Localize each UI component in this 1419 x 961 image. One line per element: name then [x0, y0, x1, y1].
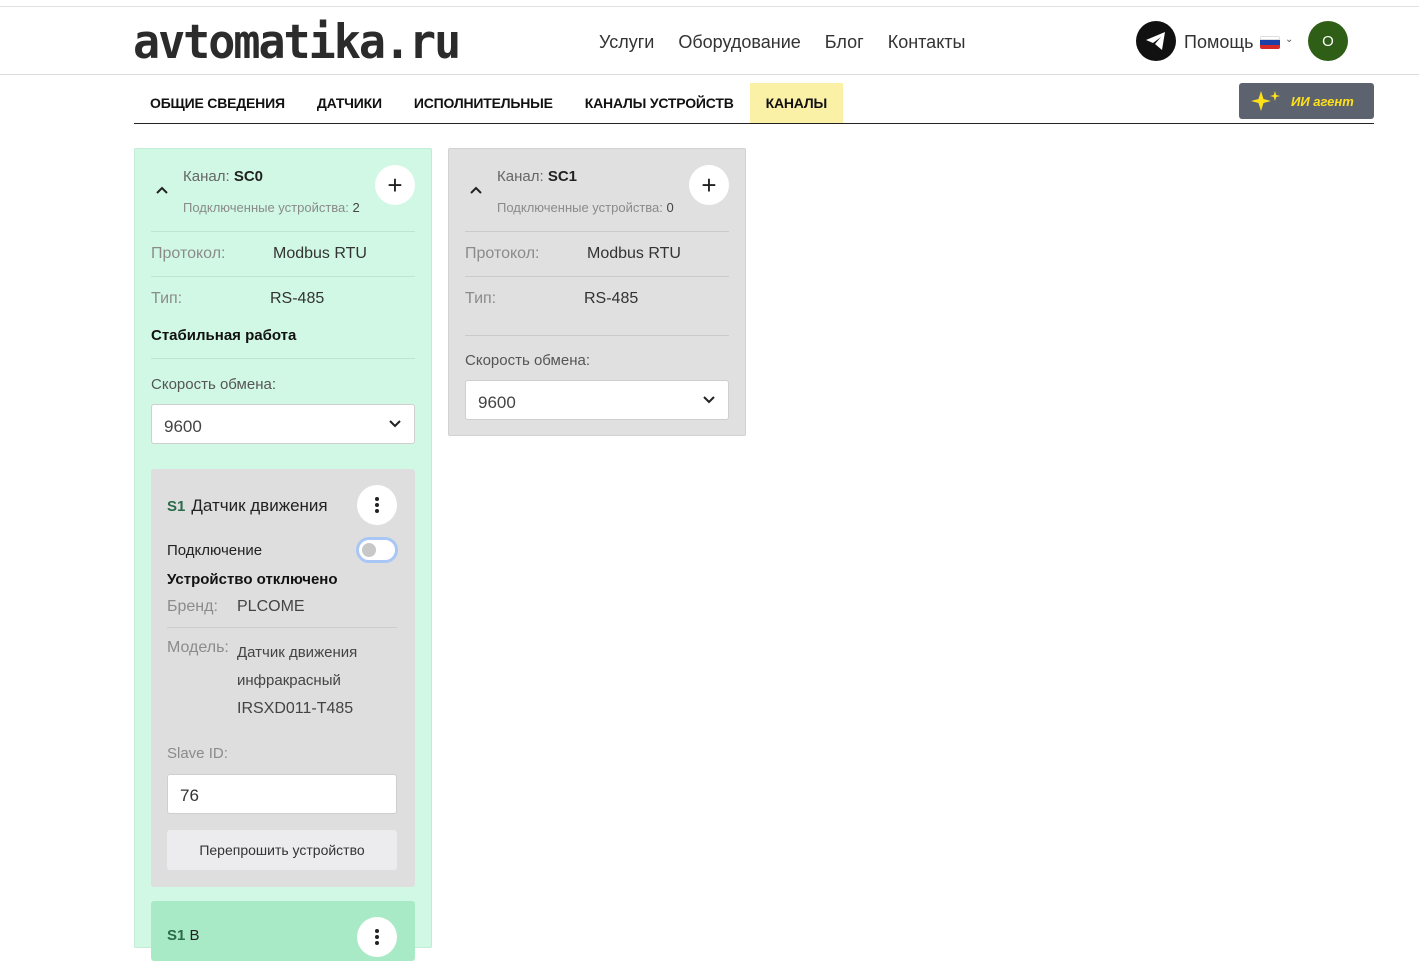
model-label: Модель:	[167, 639, 229, 656]
divider	[151, 358, 415, 359]
protocol-label: Протокол:	[465, 245, 540, 262]
model-value: Датчик движения инфракрасный IRSXD011-T4…	[237, 644, 358, 717]
site-logo[interactable]: avtomatika.ru	[133, 15, 461, 69]
nav-link-equipment[interactable]: Оборудование	[678, 31, 800, 53]
sparkle-icon	[1251, 91, 1280, 111]
section-tabs: ОБЩИЕ СВЕДЕНИЯ ДАТЧИКИ ИСПОЛНИТЕЛЬНЫЕ КА…	[134, 83, 1374, 124]
chevron-down-icon	[389, 420, 401, 428]
device-title: S1 В	[167, 927, 200, 944]
nav-link-contacts[interactable]: Контакты	[888, 31, 966, 53]
protocol-value: Modbus RTU	[587, 245, 681, 262]
help-link[interactable]: Помощь	[1184, 32, 1254, 53]
nav-link-blog[interactable]: Блог	[825, 31, 864, 53]
device-card: S1 Датчик движения Подключение Устройство…	[151, 469, 415, 887]
divider	[167, 627, 397, 628]
tab-device-channels[interactable]: КАНАЛЫ УСТРОЙСТВ	[569, 83, 750, 123]
protocol-row: Протокол: Modbus RTU	[151, 231, 415, 276]
chevron-up-icon[interactable]	[469, 185, 483, 195]
type-row: Тип: RS-485	[151, 276, 415, 321]
telegram-icon[interactable]	[1136, 21, 1176, 61]
chevron-down-icon	[703, 396, 715, 404]
protocol-row: Протокол: Modbus RTU	[465, 231, 729, 276]
russian-flag-icon[interactable]	[1260, 36, 1280, 49]
divider	[465, 335, 729, 336]
connected-devices: Подключенные устройства: 0	[497, 200, 674, 215]
add-device-button[interactable]: +	[689, 165, 729, 205]
reflash-button[interactable]: Перепрошить устройство	[167, 830, 397, 870]
channel-title: Канал: SC0	[183, 168, 263, 185]
avatar[interactable]: O	[1308, 21, 1348, 61]
connected-devices: Подключенные устройства: 2	[183, 200, 360, 215]
main-nav: Услуги Оборудование Блог Контакты	[599, 31, 989, 53]
add-device-button[interactable]: +	[375, 165, 415, 205]
more-options-button[interactable]	[357, 917, 397, 957]
channel-status: Стабильная работа	[151, 327, 297, 344]
chevron-down-icon[interactable]: ⌄	[1285, 34, 1293, 45]
tab-sensors[interactable]: ДАТЧИКИ	[301, 83, 398, 123]
vertical-dots-icon	[375, 497, 379, 513]
type-label: Тип:	[465, 290, 497, 307]
speed-label: Скорость обмена:	[151, 376, 276, 393]
ai-agent-label: ИИ агент	[1291, 93, 1354, 109]
channel-title: Канал: SC1	[497, 168, 577, 185]
device-card: S1 В	[151, 901, 415, 961]
tab-actuators[interactable]: ИСПОЛНИТЕЛЬНЫЕ	[398, 83, 569, 123]
connection-label: Подключение	[167, 542, 263, 559]
nav-link-services[interactable]: Услуги	[599, 31, 654, 53]
tab-channels[interactable]: КАНАЛЫ	[749, 83, 843, 123]
slave-id-input[interactable]: 76	[167, 774, 397, 814]
connection-toggle[interactable]	[356, 537, 398, 563]
model-row: Модель: Датчик движения инфракрасный IRS…	[167, 639, 397, 723]
type-row: Тип: RS-485	[465, 276, 729, 321]
speed-select[interactable]: 9600	[151, 404, 415, 444]
device-state: Устройство отключено	[167, 571, 338, 588]
speed-label: Скорость обмена:	[465, 352, 590, 369]
more-options-button[interactable]	[357, 485, 397, 525]
channel-card-sc0: Канал: SC0 Подключенные устройства: 2 + …	[134, 148, 432, 961]
protocol-label: Протокол:	[151, 245, 226, 262]
device-title: S1 Датчик движения	[167, 496, 328, 515]
brand-label: Бренд:	[167, 598, 218, 615]
type-value: RS-485	[584, 290, 639, 307]
tab-general[interactable]: ОБЩИЕ СВЕДЕНИЯ	[134, 83, 301, 123]
brand-value: PLCOME	[237, 598, 305, 615]
chevron-up-icon[interactable]	[155, 185, 169, 195]
ai-agent-button[interactable]: ИИ агент	[1239, 83, 1374, 119]
vertical-dots-icon	[375, 929, 379, 945]
slave-id-label: Slave ID:	[167, 745, 228, 762]
site-header: avtomatika.ru Услуги Оборудование Блог К…	[0, 7, 1419, 75]
speed-select[interactable]: 9600	[465, 380, 729, 420]
type-label: Тип:	[151, 290, 183, 307]
channel-card-sc1: Канал: SC1 Подключенные устройства: 0 + …	[448, 148, 746, 436]
protocol-value: Modbus RTU	[273, 245, 367, 262]
brand-row: Бренд: PLCOME	[167, 598, 397, 616]
type-value: RS-485	[270, 290, 325, 307]
